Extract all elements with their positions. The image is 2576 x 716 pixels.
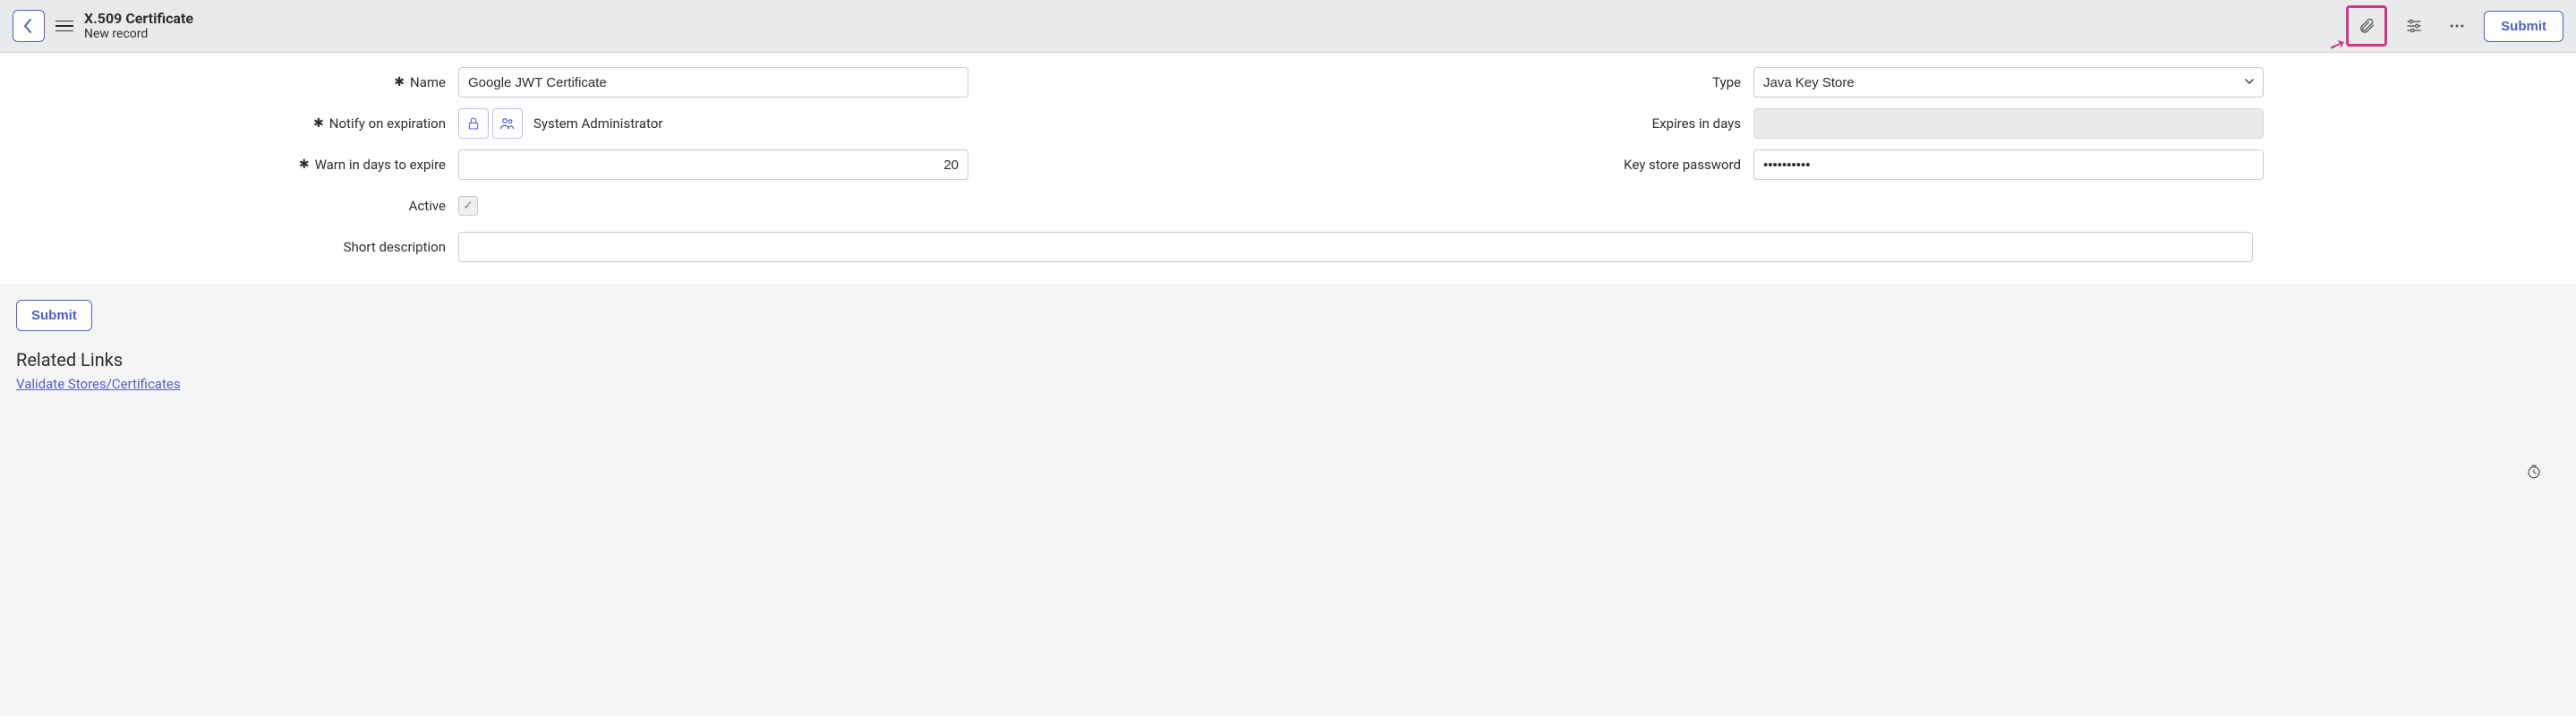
form-header: X.509 Certificate New record ➚ Submit: [0, 0, 2576, 53]
more-actions-button[interactable]: [2441, 10, 2473, 42]
form-column-left: ✱ Name ✱ Notify on expiration: [11, 65, 1270, 223]
warn-days-input[interactable]: [458, 149, 968, 180]
active-checkbox[interactable]: ✓: [458, 196, 478, 216]
required-star-icon: ✱: [313, 116, 324, 131]
notify-value: System Administrator: [526, 115, 662, 132]
attachment-highlight: ➚: [2346, 5, 2387, 47]
attachment-button[interactable]: [2350, 10, 2383, 42]
label-notify: Notify on expiration: [329, 115, 446, 132]
label-kspass: Key store password: [1624, 157, 1741, 173]
back-button[interactable]: [13, 10, 45, 42]
row-kspassword: Key store password: [1306, 148, 2565, 182]
label-name: Name: [410, 74, 446, 90]
related-links-heading: Related Links: [16, 349, 2560, 371]
add-reference-button[interactable]: [492, 108, 523, 139]
response-time-button[interactable]: [2526, 464, 2542, 483]
settings-button[interactable]: [2398, 10, 2430, 42]
label-short-desc: Short description: [344, 239, 446, 255]
form-column-right: Type Java Key Store Expires in days: [1306, 65, 2565, 223]
clock-icon: [2526, 464, 2542, 480]
type-select[interactable]: Java Key Store: [1753, 67, 2264, 98]
paperclip-icon: [2358, 17, 2376, 35]
short-description-input[interactable]: [458, 232, 2253, 262]
context-menu-button[interactable]: [55, 17, 73, 36]
ellipsis-icon: [2448, 17, 2466, 35]
lock-icon: [466, 116, 481, 131]
page-title: X.509 Certificate: [84, 11, 193, 27]
sliders-icon: [2405, 17, 2423, 35]
row-name: ✱ Name: [11, 65, 1270, 99]
name-input[interactable]: [458, 67, 968, 98]
form-body: ✱ Name ✱ Notify on expiration: [0, 53, 2576, 284]
label-active: Active: [409, 198, 446, 214]
keystore-password-input[interactable]: [1753, 149, 2264, 180]
form-footer: Submit Related Links Validate Stores/Cer…: [0, 284, 2576, 507]
row-type: Type Java Key Store: [1306, 65, 2565, 99]
expires-input: [1753, 108, 2264, 139]
required-star-icon: ✱: [394, 75, 405, 90]
row-expires: Expires in days: [1306, 107, 2565, 141]
header-title-block: X.509 Certificate New record: [84, 11, 193, 41]
label-type: Type: [1712, 74, 1741, 90]
label-warn: Warn in days to expire: [315, 157, 446, 173]
row-warn: ✱ Warn in days to expire: [11, 148, 1270, 182]
chevron-left-icon: [23, 18, 34, 34]
validate-stores-link[interactable]: Validate Stores/Certificates: [16, 376, 181, 392]
unlock-reference-button[interactable]: [458, 108, 489, 139]
check-icon: ✓: [463, 199, 473, 213]
label-expires: Expires in days: [1652, 115, 1741, 132]
row-notify: ✱ Notify on expiration System Administra…: [11, 107, 1270, 141]
row-active: Active ✓: [11, 189, 1270, 223]
page-subtitle: New record: [84, 27, 193, 41]
footer-submit-button[interactable]: Submit: [16, 300, 92, 331]
row-short-description: Short description: [11, 230, 2565, 264]
header-submit-button[interactable]: Submit: [2484, 11, 2563, 42]
people-icon: [499, 116, 516, 131]
required-star-icon: ✱: [299, 158, 310, 172]
